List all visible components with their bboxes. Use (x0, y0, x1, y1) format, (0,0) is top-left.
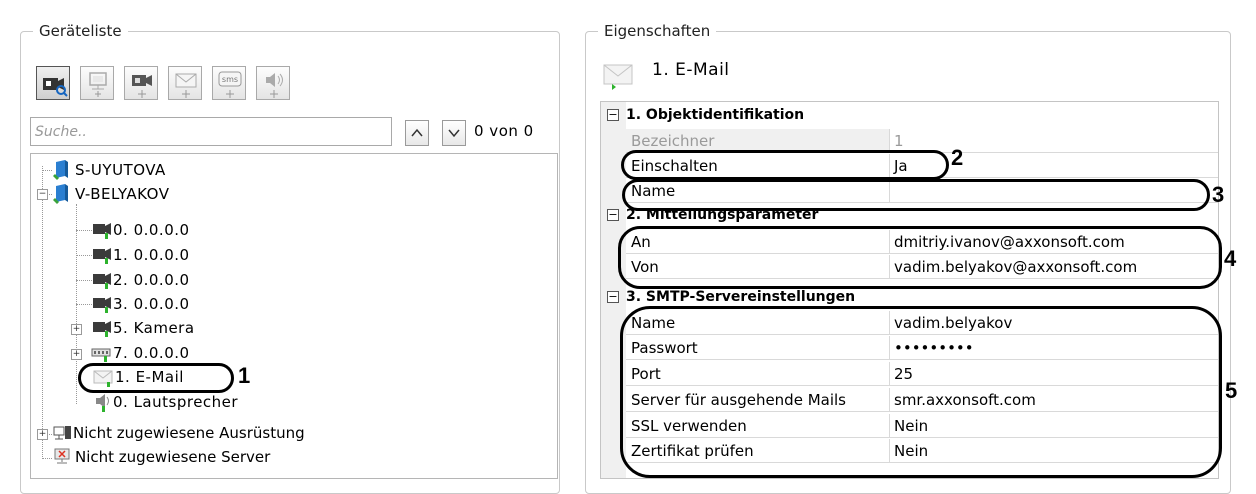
camera-icon (93, 223, 111, 239)
camera-icon (93, 321, 111, 337)
tree-item-label: 0. Lautsprecher (113, 393, 239, 411)
tree-connector (76, 304, 94, 305)
expand-toggle[interactable]: + (37, 429, 48, 440)
tree-connector (76, 255, 94, 256)
search-next-button[interactable] (442, 120, 466, 146)
annotation-number: 3 (1212, 182, 1225, 207)
camera-icon (93, 248, 111, 264)
device-search-input[interactable] (31, 118, 391, 145)
add-server-button[interactable] (80, 66, 114, 100)
expand-toggle[interactable]: + (71, 349, 82, 360)
tree-item-label: S-UYUTOVA (75, 161, 166, 179)
tree-item-label: 5. Kamera (113, 319, 195, 337)
device-tree[interactable]: S-UYUTOVA − V-BELYAKOV 0. 0.0.0.0 1. 0.0… (30, 153, 558, 479)
chevron-down-icon (448, 129, 460, 138)
io-board-icon (91, 348, 111, 362)
object-name: 1. E-Mail (652, 60, 730, 80)
camera-icon (93, 273, 111, 289)
add-speaker-button[interactable] (256, 66, 290, 100)
tree-item-label: 3. 0.0.0.0 (113, 295, 190, 313)
add-speaker-icon (266, 73, 283, 98)
collapse-toggle[interactable]: − (607, 109, 619, 121)
annotation-ellipse (621, 150, 949, 180)
collapse-toggle[interactable]: − (37, 189, 48, 200)
annotation-number: 1 (238, 363, 251, 388)
expand-toggle[interactable]: + (71, 324, 82, 335)
annotation-ellipse (78, 363, 234, 393)
tree-item-label: Nicht zugewiesene Server (75, 448, 271, 466)
tree-connector (76, 230, 94, 231)
add-email-button[interactable] (168, 66, 202, 100)
tree-item-label: 7. 0.0.0.0 (113, 344, 190, 362)
camera-icon (93, 297, 111, 313)
search-result-count: 0 von 0 (474, 122, 534, 140)
tree-connector (42, 166, 43, 459)
collapse-toggle[interactable]: − (607, 291, 619, 303)
category-object-identification[interactable]: − 1. Objektidentifikation (601, 103, 1218, 127)
svg-text:sms: sms (222, 75, 238, 84)
annotation-number: 5 (1225, 378, 1238, 403)
annotation-ellipse (620, 306, 1222, 478)
add-camera-icon (132, 75, 152, 98)
tree-item-label: V-BELYAKOV (75, 185, 170, 203)
speaker-icon (96, 394, 109, 412)
server-monitor-icon (54, 448, 70, 464)
tree-item-label: Nicht zugewiesene Ausrüstung (73, 424, 305, 442)
annotation-number: 4 (1224, 246, 1237, 271)
add-sms-button[interactable]: sms (212, 66, 246, 100)
equipment-icon (53, 426, 71, 440)
search-previous-button[interactable] (405, 120, 429, 146)
add-sms-icon: sms (218, 71, 242, 98)
server-icon (53, 184, 68, 204)
add-server-icon (89, 72, 107, 97)
email-icon (603, 64, 633, 90)
tree-item-label: 0. 0.0.0.0 (113, 221, 190, 239)
add-email-icon (175, 73, 197, 98)
tree-connector (42, 458, 52, 459)
server-icon (53, 160, 68, 180)
tree-item-label: 1. 0.0.0.0 (113, 246, 190, 264)
add-camera-button[interactable] (124, 66, 158, 100)
annotation-number: 2 (951, 145, 964, 170)
collapse-toggle[interactable]: − (607, 209, 619, 221)
camera-search-button[interactable] (36, 66, 70, 100)
properties-title: Eigenschaften (604, 22, 711, 40)
tree-connector (42, 170, 52, 171)
chevron-up-icon (411, 128, 423, 137)
device-list-title: Geräteliste (39, 22, 122, 40)
property-value: 1 (890, 129, 1218, 153)
tree-connector (76, 280, 94, 281)
camera-search-icon (43, 78, 68, 97)
tree-item-label: 2. 0.0.0.0 (113, 271, 190, 289)
category-title: 1. Objektidentifikation (626, 107, 805, 123)
annotation-ellipse (618, 226, 1222, 289)
annotation-ellipse (622, 179, 1210, 211)
device-search-box[interactable] (30, 117, 392, 146)
